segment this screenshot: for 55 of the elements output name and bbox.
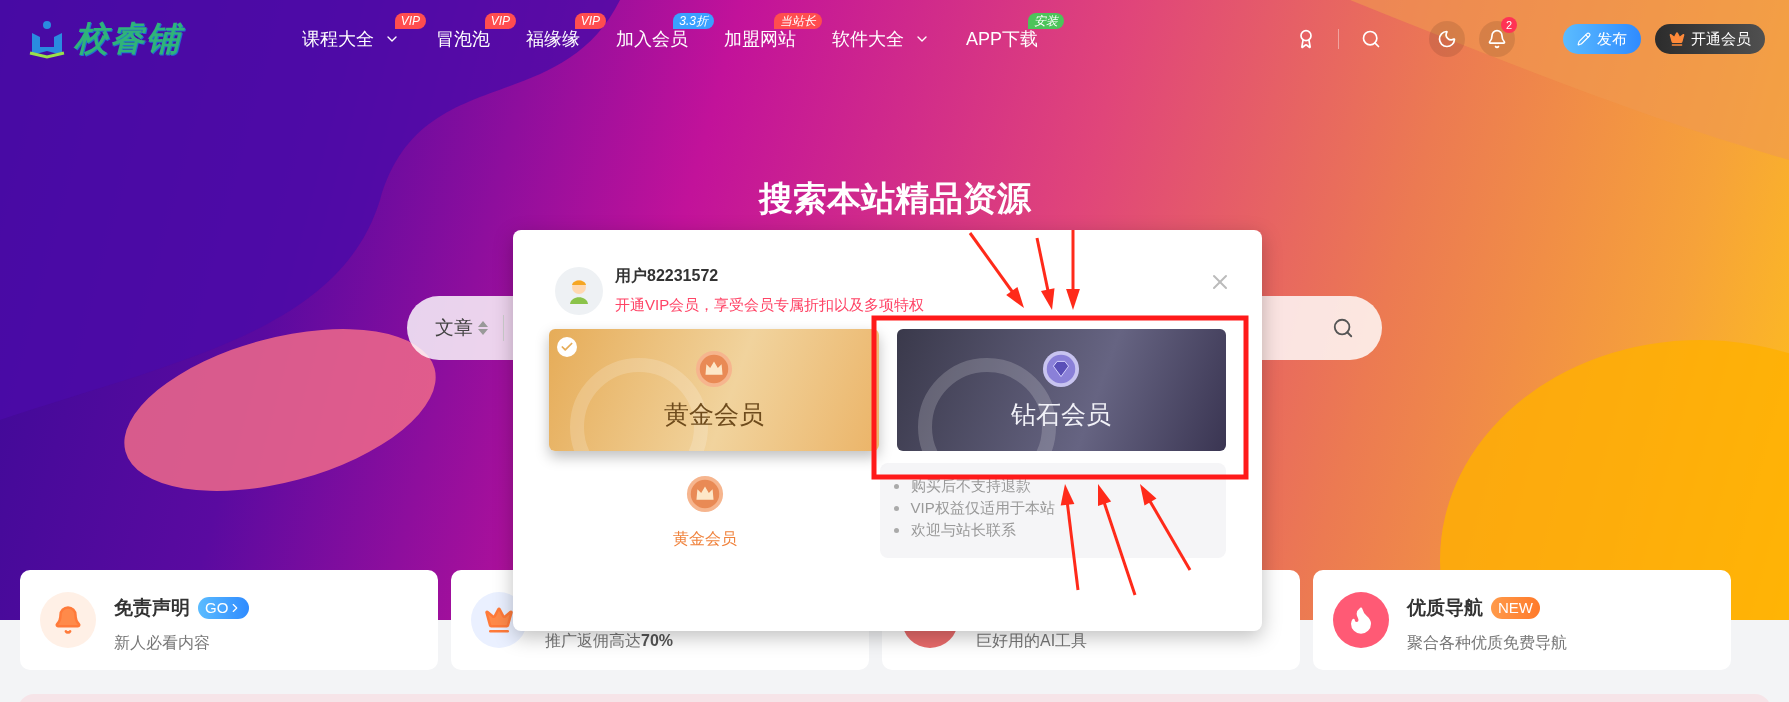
nav-link[interactable]: 冒泡泡 bbox=[436, 27, 490, 51]
card-subtitle: 聚合各种优质免费导航 bbox=[1407, 632, 1567, 653]
nav-link[interactable]: 软件大全 bbox=[832, 27, 930, 51]
moon-button[interactable] bbox=[1429, 21, 1465, 57]
crown-icon bbox=[1669, 31, 1685, 47]
card-subtitle: 新人必看内容 bbox=[114, 632, 211, 653]
plan-card[interactable]: 钻石会员 bbox=[896, 329, 1226, 451]
plan-card[interactable]: 黄金会员 bbox=[549, 329, 879, 451]
username: 用户82231572 bbox=[615, 266, 720, 286]
feature-card[interactable]: 免责声明 GO 新人必看内容 bbox=[20, 570, 438, 670]
search-icon bbox=[1361, 29, 1381, 49]
crown-medal-icon bbox=[694, 349, 733, 388]
bell-circle-icon bbox=[40, 592, 96, 648]
search-icon[interactable] bbox=[1332, 317, 1354, 339]
check-icon bbox=[557, 337, 577, 357]
plan-name: 钻石会员 bbox=[1011, 398, 1112, 430]
plan-name: 黄金会员 bbox=[663, 398, 764, 430]
nav-badge: VIP bbox=[484, 13, 516, 29]
nav-badge: 安装 bbox=[1028, 13, 1065, 29]
crown-medal-icon bbox=[686, 475, 725, 513]
nav-link[interactable]: 课程大全 bbox=[302, 27, 400, 51]
moon-icon bbox=[1437, 29, 1457, 49]
publish-button[interactable]: 发布 bbox=[1563, 24, 1641, 54]
membership-button[interactable]: 开通会员 bbox=[1655, 24, 1765, 54]
nav-badge: VIP bbox=[394, 13, 426, 29]
flame-circle-icon bbox=[1333, 592, 1389, 648]
feature-card[interactable]: 优质导航 NEW 聚合各种优质免费导航 bbox=[1313, 570, 1731, 670]
card-subtitle: 巨好用的AI工具 bbox=[976, 630, 1088, 651]
note-item: 欢迎与站长联系 bbox=[910, 520, 1016, 540]
note-item: VIP权益仅适用于本站 bbox=[910, 498, 1055, 518]
nav-link[interactable]: 加盟网站 bbox=[724, 27, 796, 51]
vip-promo-text: 开通VIP会员，享受会员专属折扣以及多项特权 bbox=[615, 296, 925, 315]
book-logo-icon bbox=[28, 19, 66, 59]
bullet-dot bbox=[893, 505, 899, 511]
note-item: 购买后不支持退款 bbox=[910, 476, 1031, 496]
gem-medal-icon bbox=[1042, 349, 1081, 388]
category-select[interactable]: 文章 bbox=[435, 315, 489, 341]
card-title: 优质导航 bbox=[1407, 595, 1483, 620]
nav-link[interactable]: 福缘缘 bbox=[526, 27, 580, 51]
bell-icon bbox=[1487, 29, 1507, 49]
nav-badge: VIP bbox=[574, 13, 606, 29]
notification-count: 2 bbox=[1501, 17, 1517, 33]
current-plan-name: 黄金会员 bbox=[673, 529, 738, 549]
hero-title: 搜索本站精品资源 bbox=[758, 178, 1031, 219]
card-title: 免责声明 bbox=[114, 595, 190, 620]
avatar-icon bbox=[555, 266, 603, 315]
nav-link[interactable]: 加入会员 bbox=[616, 27, 688, 51]
card-subtitle: 推广返佣高达70% bbox=[545, 630, 674, 651]
bullet-dot bbox=[893, 527, 899, 533]
nav-badge: 3.3折 bbox=[673, 13, 714, 29]
nav-link[interactable]: APP下载 bbox=[966, 27, 1039, 51]
nav-badge: 当站长 bbox=[774, 13, 822, 29]
bullet-dot bbox=[893, 483, 899, 489]
pencil-icon bbox=[1577, 32, 1591, 46]
sort-arrows-icon bbox=[477, 320, 489, 336]
